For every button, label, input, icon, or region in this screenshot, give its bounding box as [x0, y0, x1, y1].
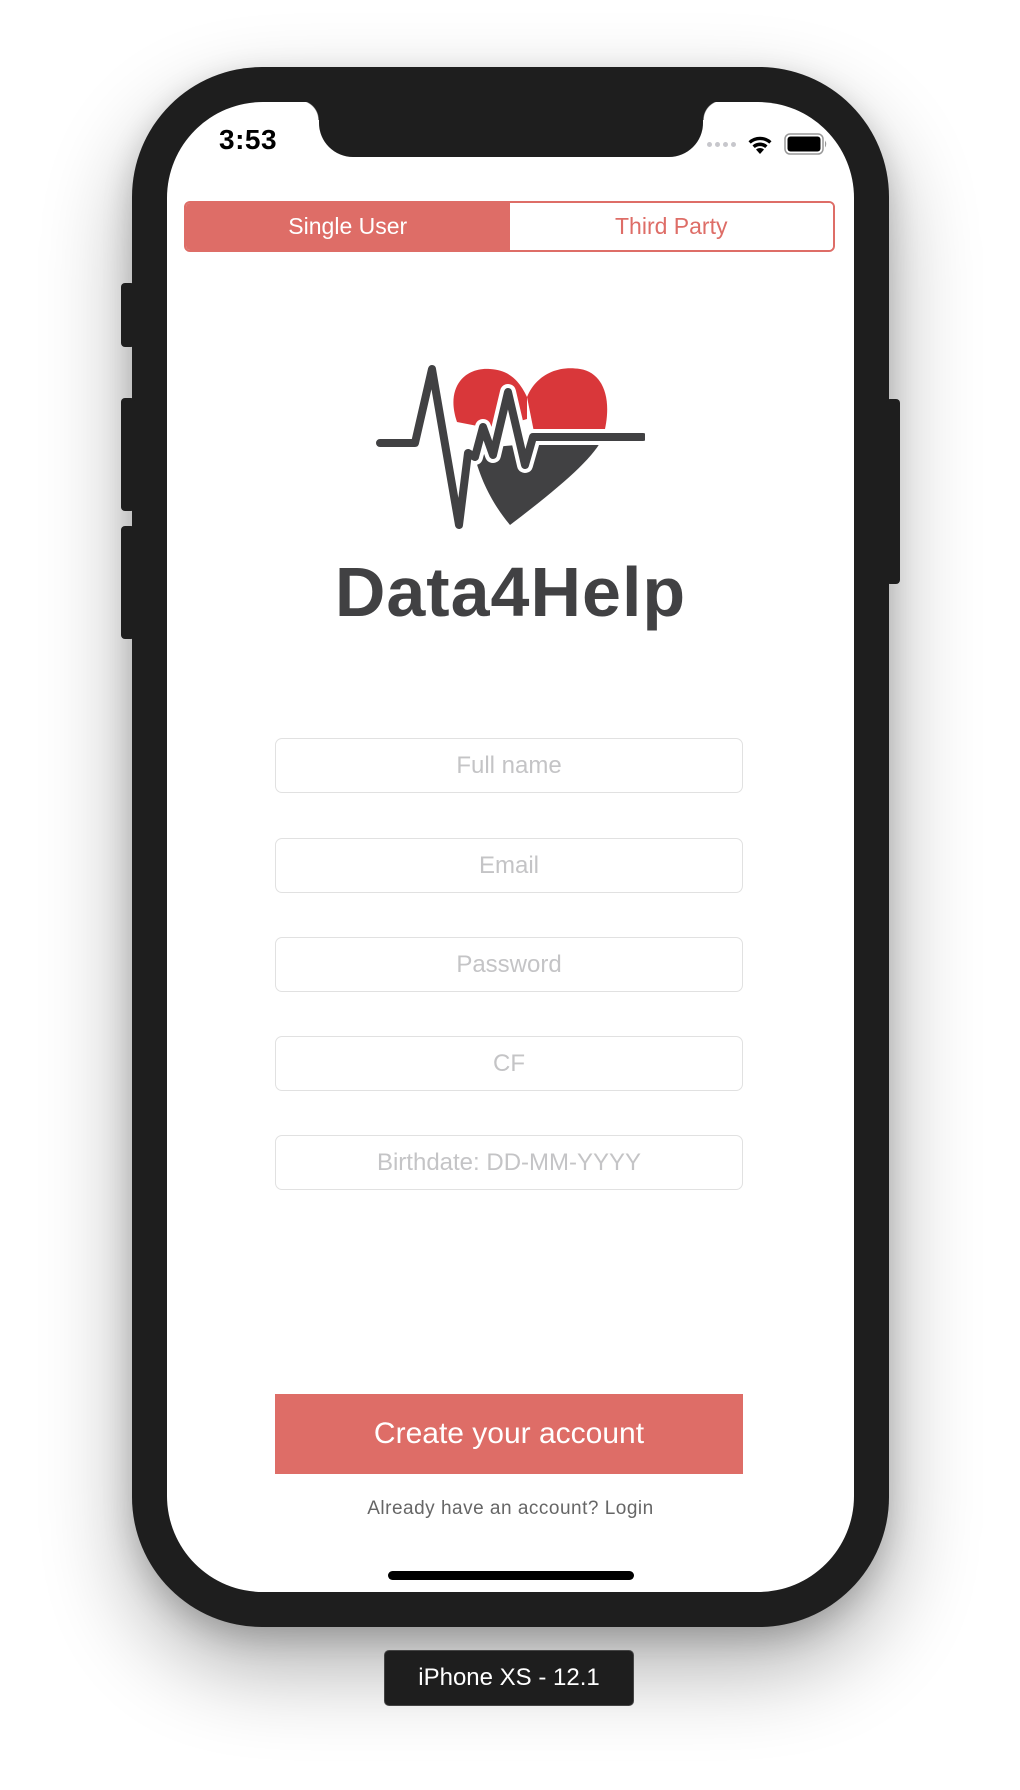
- notch: [299, 102, 723, 157]
- login-link[interactable]: Already have an account? Login: [167, 1498, 854, 1520]
- status-icons: [707, 132, 828, 156]
- password-input[interactable]: [275, 937, 743, 992]
- home-indicator[interactable]: [388, 1571, 634, 1580]
- simulator-device-label: iPhone XS - 12.1: [384, 1650, 634, 1706]
- heartbeat-heart-icon: [375, 361, 645, 533]
- email-input[interactable]: [275, 838, 743, 893]
- create-account-button[interactable]: Create your account: [275, 1394, 743, 1474]
- mute-switch: [121, 283, 135, 347]
- wifi-icon: [748, 136, 772, 154]
- status-time: 3:53: [219, 124, 278, 155]
- power-button: [886, 399, 900, 584]
- birthdate-input[interactable]: [275, 1135, 743, 1190]
- volume-down-button: [121, 526, 135, 639]
- simulator-stage: 3:53 Single User Third Party Data4Help F…: [0, 0, 1020, 1790]
- app-screen: 3:53 Single User Third Party Data4Help F…: [167, 102, 854, 1592]
- cellular-signal-icon: [707, 141, 736, 147]
- brand-name: Data4Help: [334, 553, 687, 631]
- segment-third-party[interactable]: Third Party: [509, 203, 833, 250]
- cf-input[interactable]: [275, 1036, 743, 1091]
- full-name-input[interactable]: [275, 738, 743, 793]
- segment-single-user[interactable]: Single User: [186, 203, 510, 250]
- user-type-segmented-control: Single User Third Party: [184, 201, 835, 252]
- battery-icon: [784, 133, 827, 155]
- volume-up-button: [121, 398, 135, 511]
